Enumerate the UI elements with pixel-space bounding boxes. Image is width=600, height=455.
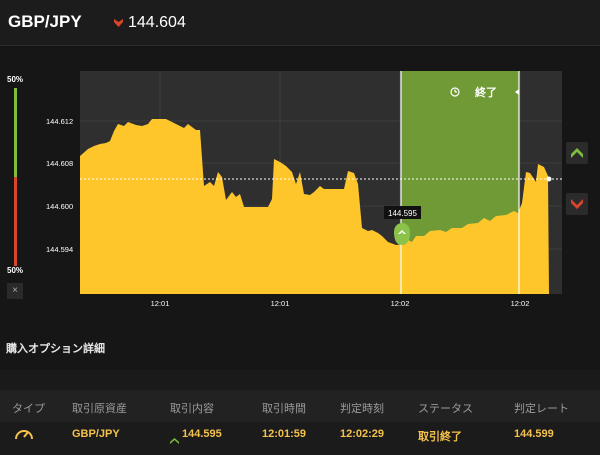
row-content: 144.595 xyxy=(182,428,222,440)
current-rate-marker xyxy=(546,176,552,182)
ratio-bar xyxy=(14,88,17,266)
details-title: 購入オプション詳細 xyxy=(6,343,105,355)
y-tick-label: 144.594 xyxy=(46,245,73,254)
x-tick-label: 12:01 xyxy=(271,299,290,308)
y-tick-label: 144.612 xyxy=(46,117,73,126)
row-asset: GBP/JPY xyxy=(72,428,120,440)
column-header-status: ステータス xyxy=(418,403,473,415)
column-header-type: タイプ xyxy=(12,403,45,415)
y-tick-label: 144.608 xyxy=(46,159,73,168)
row-status: 取引終了 xyxy=(418,431,462,443)
row-trade-time: 12:01:59 xyxy=(262,428,307,440)
asset-pair-label: GBP/JPY xyxy=(8,12,82,31)
high-arrow-icon xyxy=(571,148,583,158)
row-judge-rate: 144.599 xyxy=(514,428,554,440)
current-price: 144.604 xyxy=(128,14,186,31)
entry-tooltip-value: 144.595 xyxy=(388,209,417,218)
high-ratio-label: 50% xyxy=(7,75,24,84)
chart-area: 終了 144.612 144.608 144.600 144.594 12:01… xyxy=(0,46,600,322)
low-arrow-icon xyxy=(571,199,583,209)
asset-header xyxy=(0,0,600,46)
high-arrow-icon xyxy=(170,431,179,449)
row-judge-time: 12:02:29 xyxy=(340,428,385,440)
column-header-judge-rate: 判定レート xyxy=(514,403,569,415)
low-ratio-label: 50% xyxy=(7,266,24,275)
close-ratio-button[interactable]: × xyxy=(7,283,23,299)
column-header-content: 取引内容 xyxy=(170,403,214,415)
column-header-asset: 取引原資産 xyxy=(72,403,127,415)
gauge-icon xyxy=(14,425,34,446)
column-header-judge-time: 判定時刻 xyxy=(340,403,384,415)
x-tick-label: 12:02 xyxy=(391,299,410,308)
high-button[interactable] xyxy=(566,142,588,164)
low-ratio-fill xyxy=(14,177,17,266)
price-chart: 終了 144.612 144.608 144.600 144.594 12:01… xyxy=(46,71,562,308)
high-ratio-fill xyxy=(14,88,17,177)
x-tick-label: 12:01 xyxy=(151,299,170,308)
y-tick-label: 144.600 xyxy=(46,202,73,211)
low-button[interactable] xyxy=(566,193,588,215)
period-label: 終了 xyxy=(475,85,497,99)
entry-point-marker xyxy=(394,223,410,245)
x-tick-label: 12:02 xyxy=(511,299,530,308)
column-header-trade-time: 取引時間 xyxy=(262,403,306,415)
